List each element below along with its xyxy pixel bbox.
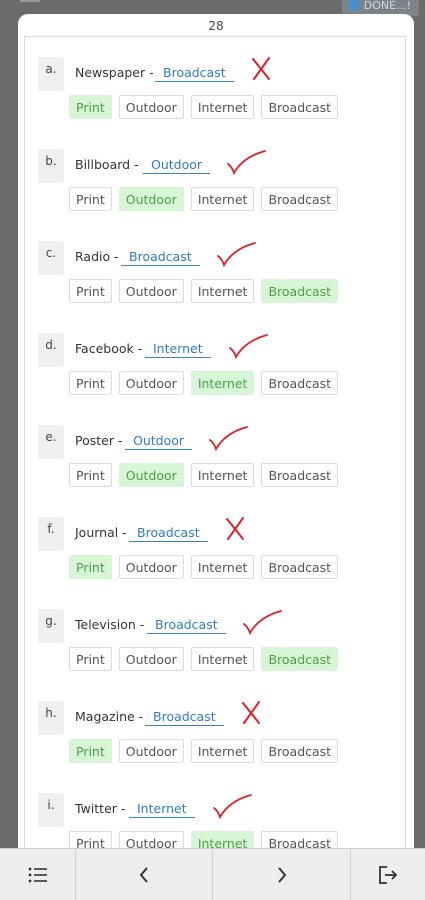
option-internet[interactable]: Internet (190, 739, 255, 763)
question-label: Billboard - (75, 157, 139, 172)
question-label: Magazine - (75, 709, 144, 724)
option-print[interactable]: Print (69, 279, 112, 303)
option-broadcast[interactable]: Broadcast (261, 187, 339, 211)
page-number: 28 (208, 19, 224, 33)
done-status-icon (347, 0, 360, 11)
question-label: Newspaper - (75, 65, 154, 80)
option-internet[interactable]: Internet (190, 187, 255, 211)
option-outdoor[interactable]: Outdoor (118, 647, 184, 671)
question-letter: f. (38, 517, 64, 551)
question-letter: c. (38, 241, 64, 275)
wrong-cross-icon (226, 517, 244, 540)
exit-icon (379, 865, 398, 884)
question-label: Poster - (75, 433, 123, 448)
option-outdoor[interactable]: Outdoor (118, 555, 184, 579)
option-outdoor[interactable]: Outdoor (118, 463, 184, 487)
question-label: Radio - (75, 249, 119, 264)
next-page-button[interactable] (213, 849, 351, 900)
question-item: e. Poster - Outdoor Print Outdoor Internet Bro… (25, 405, 405, 497)
done-label: DONE...! (363, 0, 411, 12)
option-outdoor[interactable]: Outdoor (118, 95, 184, 119)
question-item: g. Television - Broadcast Print Outdoor Inter… (25, 589, 405, 681)
option-broadcast[interactable]: Broadcast (261, 739, 339, 763)
option-print[interactable]: Print (69, 95, 112, 119)
question-letter: g. (38, 609, 64, 643)
question-label: Journal - (75, 525, 127, 540)
previous-page-button[interactable] (76, 849, 213, 900)
option-broadcast[interactable]: Broadcast (261, 463, 339, 487)
worksheet-page: 28 a. Newspaper - Broadcast Print Outdoor Int… (18, 14, 414, 900)
option-row: Print Outdoor Internet Broadcast (69, 371, 339, 395)
correct-tick-icon (227, 150, 266, 176)
option-print[interactable]: Print (69, 739, 112, 763)
option-internet[interactable]: Internet (190, 371, 255, 395)
question-label: Television - (75, 617, 145, 632)
answer-blank[interactable]: Internet (129, 801, 195, 818)
option-broadcast[interactable]: Broadcast (261, 279, 339, 303)
option-broadcast[interactable]: Broadcast (261, 647, 339, 671)
option-internet[interactable]: Internet (190, 95, 255, 119)
question-label: Facebook - (75, 341, 143, 356)
answer-blank[interactable]: Broadcast (147, 617, 226, 634)
question-letter: d. (38, 333, 64, 367)
answer-blank[interactable]: Outdoor (125, 433, 193, 450)
answer-blank[interactable]: Broadcast (129, 525, 208, 542)
correct-tick-icon (209, 426, 248, 452)
option-internet[interactable]: Internet (190, 463, 255, 487)
option-outdoor[interactable]: Outdoor (118, 279, 184, 303)
option-print[interactable]: Print (69, 647, 112, 671)
option-print[interactable]: Print (69, 555, 112, 579)
question-item: h. Magazine - Broadcast Print Outdoor Interne… (25, 681, 405, 773)
wrong-cross-icon (242, 701, 260, 724)
answer-blank[interactable]: Broadcast (121, 249, 200, 266)
option-outdoor[interactable]: Outdoor (118, 371, 184, 395)
answer-blank[interactable]: Outdoor (143, 157, 211, 174)
option-internet[interactable]: Internet (190, 647, 255, 671)
question-letter: e. (38, 425, 64, 459)
correct-tick-icon (217, 242, 256, 268)
option-row: Print Outdoor Internet Broadcast (69, 95, 339, 119)
list-icon (28, 867, 47, 882)
option-internet[interactable]: Internet (190, 555, 255, 579)
answer-blank[interactable]: Broadcast (145, 709, 224, 726)
question-item: b. Billboard - Outdoor Print Outdoor Internet… (25, 129, 405, 221)
question-letter: b. (38, 149, 64, 183)
answer-blank[interactable]: Broadcast (155, 65, 234, 82)
question-item: d. Facebook - Internet Print Outdoor Internet… (25, 313, 405, 405)
question-letter: h. (38, 701, 64, 735)
option-broadcast[interactable]: Broadcast (261, 95, 339, 119)
question-item: f. Journal - Broadcast Print Outdoor Internet… (25, 497, 405, 589)
option-internet[interactable]: Internet (190, 279, 255, 303)
option-row: Print Outdoor Internet Broadcast (69, 739, 339, 763)
option-print[interactable]: Print (69, 187, 112, 211)
question-letter: a. (38, 57, 64, 91)
correct-tick-icon (229, 334, 268, 360)
option-row: Print Outdoor Internet Broadcast (69, 463, 339, 487)
option-print[interactable]: Print (69, 463, 112, 487)
menu-icon[interactable] (20, 0, 40, 4)
option-broadcast[interactable]: Broadcast (261, 555, 339, 579)
option-row: Print Outdoor Internet Broadcast (69, 279, 339, 303)
wrong-cross-icon (252, 57, 270, 80)
option-outdoor[interactable]: Outdoor (118, 739, 184, 763)
answer-blank[interactable]: Internet (145, 341, 211, 358)
chevron-right-icon (277, 866, 286, 883)
option-print[interactable]: Print (69, 371, 112, 395)
question-item: c. Radio - Broadcast Print Outdoor Internet Br… (25, 221, 405, 313)
chevron-left-icon (139, 866, 148, 883)
question-list[interactable]: a. Newspaper - Broadcast Print Outdoor Intern… (24, 36, 406, 900)
option-row: Print Outdoor Internet Broadcast (69, 647, 339, 671)
correct-tick-icon (243, 610, 282, 636)
option-row: Print Outdoor Internet Broadcast (69, 555, 339, 579)
question-label: Twitter - (75, 801, 126, 816)
option-outdoor[interactable]: Outdoor (118, 187, 184, 211)
option-broadcast[interactable]: Broadcast (261, 371, 339, 395)
question-letter: i. (38, 793, 64, 827)
exit-button[interactable] (351, 849, 425, 900)
bottom-nav-bar (0, 848, 425, 900)
option-row: Print Outdoor Internet Broadcast (69, 187, 339, 211)
list-button[interactable] (0, 849, 76, 900)
question-item: a. Newspaper - Broadcast Print Outdoor Intern… (25, 37, 405, 129)
correct-tick-icon (213, 794, 252, 820)
